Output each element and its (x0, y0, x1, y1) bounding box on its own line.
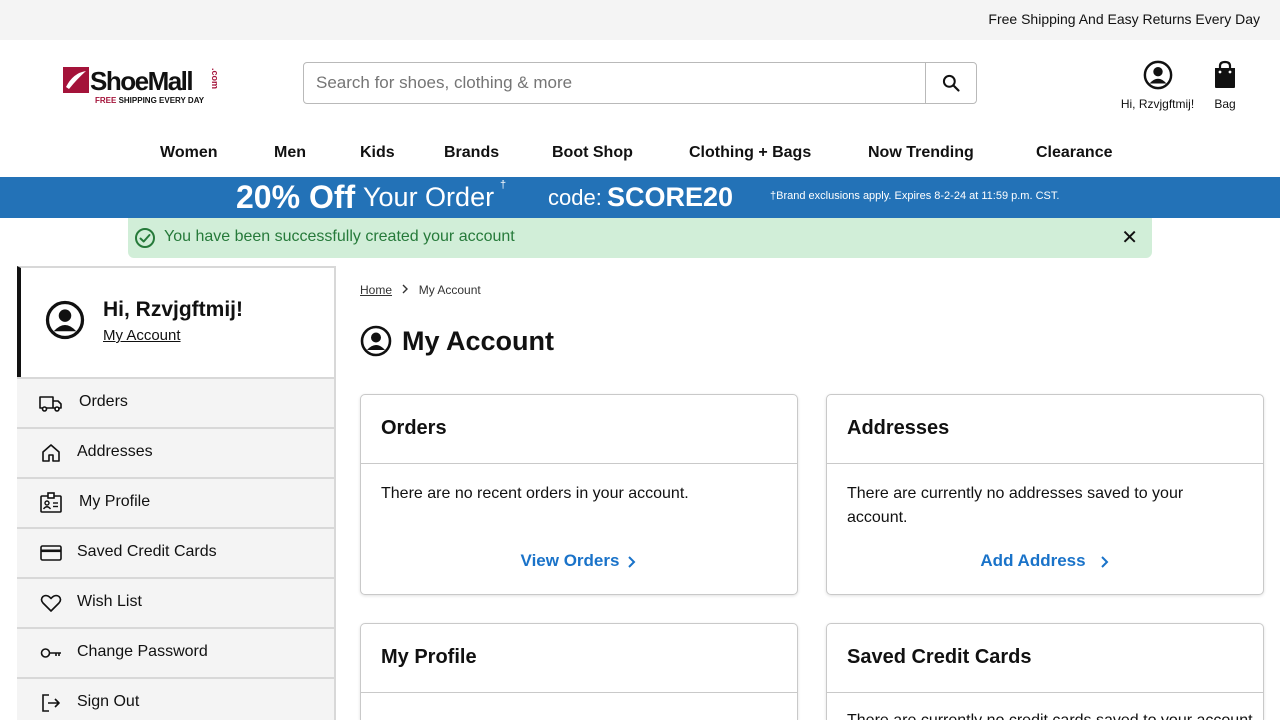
success-alert: You have been successfully created your … (128, 218, 1152, 258)
account-user-icon (1143, 60, 1172, 90)
check-circle-icon (135, 228, 155, 248)
card-title: Addresses (827, 395, 1263, 464)
shoemall-logo[interactable]: ShoeMall .com FREE SHIPPING EVERY DAY (63, 66, 223, 110)
promo-dagger: † (500, 179, 507, 191)
sidebar-item-wish-list[interactable]: Wish List (17, 577, 334, 627)
logo-wordmark: ShoeMall (90, 66, 194, 96)
nav-item-boot-shop[interactable]: Boot Shop (552, 144, 633, 162)
sidebar-item-label: Wish List (77, 593, 142, 610)
main-nav: Women Men Kids Brands Boot Shop Clothing… (0, 140, 1280, 170)
nav-item-brands[interactable]: Brands (444, 144, 499, 162)
sidebar-item-change-password[interactable]: Change Password (17, 627, 334, 677)
promo-code: SCORE20 (607, 182, 734, 212)
sidebar-item-addresses[interactable]: Addresses (17, 427, 334, 477)
nav-item-women[interactable]: Women (160, 144, 217, 162)
search-button[interactable] (925, 63, 976, 103)
sidebar-item-label: My Profile (79, 493, 151, 510)
sidebar-item-label: Orders (79, 393, 128, 410)
card-body: There are currently no credit cards save… (827, 693, 1263, 720)
sidebar-menu: Orders Addresses My Profile Saved Credit… (17, 377, 334, 720)
link-label: View Orders (520, 551, 620, 570)
promo-percent: 20% Off (236, 179, 356, 215)
sidebar-item-label: Addresses (77, 443, 153, 460)
search-icon (942, 74, 960, 92)
logo-tag-free: FREE (95, 96, 117, 105)
sidebar-item-orders[interactable]: Orders (17, 377, 334, 427)
card-body: There are no recent orders in your accou… (381, 485, 689, 502)
logo-domain: .com (210, 68, 220, 90)
promo-fine-print: †Brand exclusions apply. Expires 8-2-24 … (770, 190, 1060, 202)
nav-item-men[interactable]: Men (274, 144, 306, 162)
announcement-bar: Free Shipping And Easy Returns Every Day (0, 0, 1280, 40)
link-label: Add Address (980, 551, 1086, 570)
id-card-icon (40, 492, 62, 513)
addresses-card: Addresses There are currently no address… (826, 394, 1264, 595)
key-icon (40, 648, 61, 658)
view-orders-link[interactable]: View Orders (361, 551, 797, 574)
logo-mark-icon (63, 67, 89, 93)
chevron-right-icon (401, 283, 409, 297)
card-title: My Profile (361, 624, 797, 693)
shopping-bag[interactable]: Bag (1205, 60, 1245, 111)
card-body: There are currently no addresses saved t… (847, 485, 1184, 526)
bag-label: Bag (1214, 97, 1236, 111)
site-header: ShoeMall .com FREE SHIPPING EVERY DAY Hi… (0, 40, 1280, 130)
sidebar-my-account-link[interactable]: My Account (103, 327, 181, 344)
promo-text: Your Order (363, 182, 495, 212)
search-bar (303, 62, 977, 104)
sidebar-item-saved-credit-cards[interactable]: Saved Credit Cards (17, 527, 334, 577)
nav-item-clearance[interactable]: Clearance (1036, 144, 1113, 162)
card-title: Saved Credit Cards (827, 624, 1263, 693)
home-icon (42, 444, 60, 462)
sidebar-item-label: Sign Out (77, 693, 140, 710)
account-sidebar: Hi, Rzvjgftmij! My Account Orders Addres… (17, 266, 336, 720)
alert-close-button[interactable]: ✕ (1121, 225, 1138, 250)
my-profile-card: My Profile (360, 623, 798, 720)
truck-icon (39, 396, 62, 412)
alert-message: You have been successfully created your … (164, 228, 515, 245)
credit-card-icon (40, 545, 62, 561)
nav-item-kids[interactable]: Kids (360, 144, 395, 162)
saved-credit-cards-card: Saved Credit Cards There are currently n… (826, 623, 1264, 720)
sidebar-header: Hi, Rzvjgftmij! My Account (21, 268, 334, 377)
logo-tag-rest: SHIPPING EVERY DAY (116, 96, 205, 105)
account-label: Hi, Rzvjgftmij! (1120, 97, 1195, 111)
announcement-text: Free Shipping And Easy Returns Every Day (988, 11, 1260, 27)
add-address-link[interactable]: Add Address (827, 551, 1263, 574)
avatar-icon (45, 300, 85, 340)
page-title: My Account (402, 326, 555, 356)
breadcrumb-home-link[interactable]: Home (360, 283, 392, 297)
nav-item-now-trending[interactable]: Now Trending (868, 144, 974, 162)
promo-banner[interactable]: 20% Off Your Order † code: SCORE20 †Bran… (0, 177, 1280, 218)
promo-code-label: code: (548, 185, 602, 210)
logo-tagline: FREE SHIPPING EVERY DAY (95, 96, 204, 105)
orders-card: Orders There are no recent orders in you… (360, 394, 798, 595)
search-input[interactable] (304, 63, 926, 103)
chevron-right-icon (627, 554, 637, 574)
card-title: Orders (361, 395, 797, 464)
sidebar-item-sign-out[interactable]: Sign Out (17, 677, 334, 720)
heart-icon (40, 594, 62, 612)
sidebar-item-my-profile[interactable]: My Profile (17, 477, 334, 527)
breadcrumb: Home My Account (360, 283, 481, 297)
nav-item-clothing-bags[interactable]: Clothing + Bags (689, 144, 811, 162)
chevron-right-icon (1100, 554, 1110, 574)
bag-icon (1215, 60, 1235, 88)
sidebar-item-label: Change Password (77, 643, 208, 660)
account-menu[interactable]: Hi, Rzvjgftmij! (1110, 60, 1205, 111)
account-user-icon (360, 325, 392, 357)
sign-out-icon (42, 694, 60, 712)
sidebar-item-label: Saved Credit Cards (77, 543, 217, 560)
breadcrumb-current: My Account (418, 283, 481, 297)
sidebar-greeting: Hi, Rzvjgftmij! (103, 298, 243, 321)
